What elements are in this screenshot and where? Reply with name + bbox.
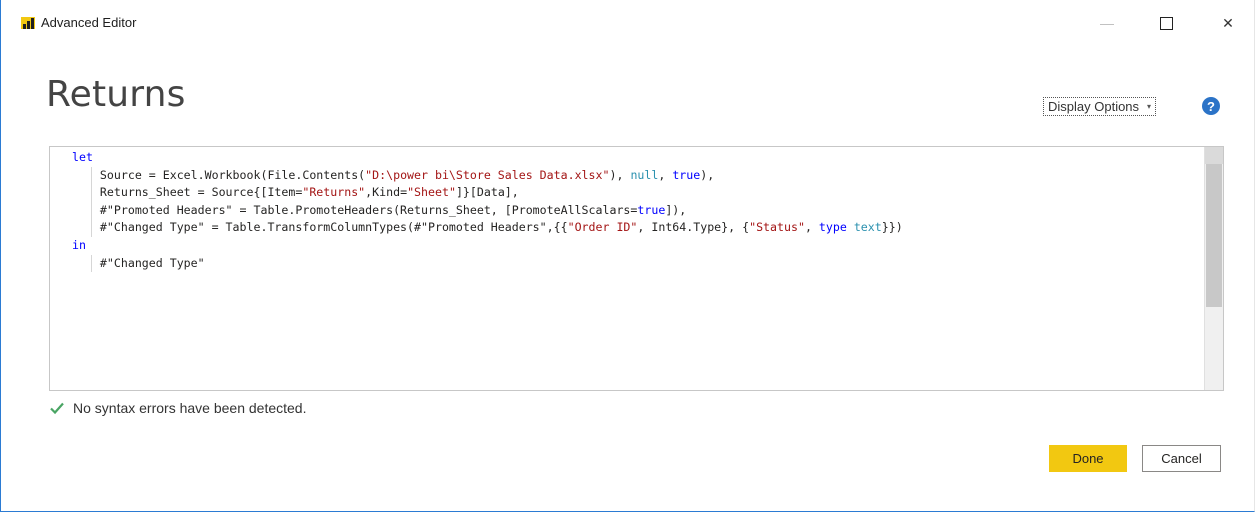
code-token: text: [853, 220, 882, 235]
code-line: Source = Excel.Workbook(File.Contents("D…: [50, 166, 1205, 185]
maximize-icon: [1159, 16, 1173, 30]
code-editor[interactable]: let Source = Excel.Workbook(File.Content…: [49, 146, 1224, 391]
title-bar: Advanced Editor — ✕: [1, 0, 1254, 46]
code-token: "Sheet": [407, 185, 456, 200]
code-token: ),: [700, 167, 715, 182]
code-line: #"Promoted Headers" = Table.PromoteHeade…: [50, 201, 1205, 220]
code-token: null: [630, 167, 659, 182]
code-token: , Int64.Type}, {: [637, 220, 750, 235]
code-token: type: [818, 220, 847, 235]
code-line-text: Source = Excel.Workbook(File.Contents("D…: [72, 167, 714, 185]
code-token: true: [672, 167, 701, 182]
code-token: #"Changed Type": [72, 255, 205, 270]
code-token: ),: [609, 167, 631, 182]
code-line: #"Changed Type": [50, 254, 1205, 273]
code-line-text: in: [72, 237, 86, 255]
window-title: Advanced Editor: [41, 15, 137, 30]
code-line: let: [50, 149, 1205, 167]
code-token: #"Changed Type" = Table.TransformColumnT…: [72, 220, 568, 235]
help-icon[interactable]: ?: [1202, 97, 1220, 115]
code-token: Returns_Sheet = Source{[Item=: [72, 185, 303, 200]
code-token: ,: [804, 220, 819, 235]
code-line-text: Returns_Sheet = Source{[Item="Returns",K…: [72, 184, 519, 202]
code-line-text: #"Promoted Headers" = Table.PromoteHeade…: [72, 202, 686, 220]
code-token: true: [637, 202, 666, 217]
code-line: #"Changed Type" = Table.TransformColumnT…: [50, 219, 1205, 237]
cancel-button[interactable]: Cancel: [1142, 445, 1221, 472]
scroll-up-button[interactable]: [1205, 147, 1223, 164]
code-line: Returns_Sheet = Source{[Item="Returns",K…: [50, 184, 1205, 202]
chevron-down-icon: ▾: [1147, 102, 1152, 111]
code-token: Source = Excel.Workbook(File.Contents(: [72, 167, 366, 182]
code-token: ,Kind=: [365, 185, 408, 200]
syntax-status-message: No syntax errors have been detected.: [73, 400, 307, 416]
advanced-editor-window: Advanced Editor — ✕ Returns Display Opti…: [0, 0, 1255, 512]
code-token: #"Promoted Headers" = Table.PromoteHeade…: [72, 202, 638, 217]
code-token: in: [72, 237, 86, 252]
display-options-label: Display Options: [1048, 99, 1140, 114]
code-token: "Returns": [302, 185, 366, 200]
power-bi-icon: [21, 17, 35, 29]
code-token: "Status": [749, 220, 805, 235]
close-button[interactable]: ✕: [1205, 8, 1251, 38]
code-area[interactable]: let Source = Excel.Workbook(File.Content…: [50, 147, 1205, 390]
code-line-text: #"Changed Type": [72, 255, 205, 273]
code-token: let: [72, 150, 93, 164]
code-line: in: [50, 237, 1205, 255]
maximize-button[interactable]: [1143, 8, 1189, 38]
vertical-scrollbar[interactable]: [1204, 147, 1223, 390]
code-token: "Order ID": [567, 220, 638, 235]
code-token: ]),: [665, 202, 687, 217]
code-line-text: #"Changed Type" = Table.TransformColumnT…: [72, 219, 903, 237]
checkmark-icon: [50, 402, 64, 415]
display-options-dropdown[interactable]: Display Options ▾: [1043, 97, 1157, 116]
code-token: ,: [658, 167, 673, 182]
scrollbar-thumb[interactable]: [1206, 164, 1222, 307]
code-token: ]}[Data],: [455, 185, 519, 200]
code-token: }}): [881, 220, 903, 235]
query-name-heading: Returns: [46, 74, 186, 115]
code-token: "D:\power bi\Store Sales Data.xlsx": [365, 167, 610, 182]
syntax-status: No syntax errors have been detected.: [49, 400, 306, 416]
done-button[interactable]: Done: [1049, 445, 1127, 472]
code-line-text: let: [72, 149, 93, 167]
minimize-button[interactable]: —: [1084, 8, 1130, 38]
